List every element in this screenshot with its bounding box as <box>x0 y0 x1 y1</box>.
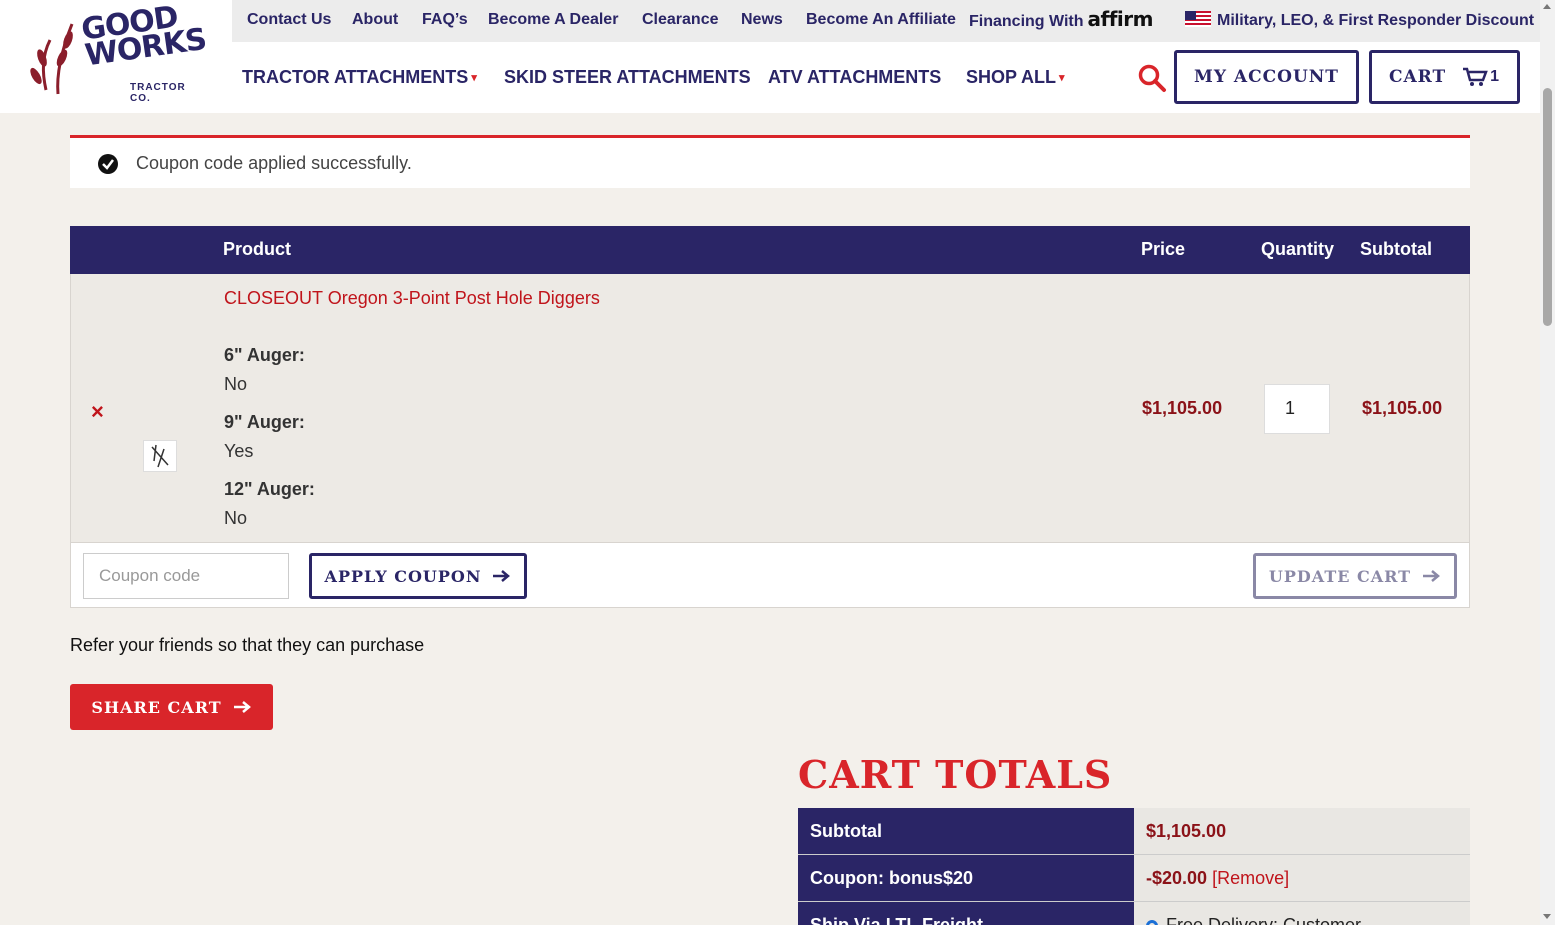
nav-shop-all[interactable]: SHOP ALL ▾ <box>966 67 1065 88</box>
wheat-icon <box>30 23 74 95</box>
military-label: Military, LEO, & First Responder Discoun… <box>1217 12 1535 29</box>
site-logo[interactable]: GOOD WORKS TRACTOR CO. <box>28 0 208 104</box>
my-account-button[interactable]: MY ACCOUNT <box>1174 50 1359 104</box>
totals-value: Free Delivery: Customer <box>1134 902 1470 925</box>
totals-label: Ship Via LTL Freight <box>798 902 1134 925</box>
arrow-right-icon <box>1423 570 1441 582</box>
totals-row: Ship Via LTL Freight Free Delivery: Cust… <box>798 902 1470 925</box>
attr-value: No <box>224 508 248 528</box>
quantity-input[interactable]: 1 <box>1264 384 1330 434</box>
check-circle-icon <box>98 154 118 174</box>
logo-wordmark: GOOD WORKS <box>79 0 209 74</box>
totals-row: Subtotal $1,105.00 <box>798 808 1470 855</box>
cart-item-row: × CLOSEOUT Oregon 3-Point Post Hole Digg… <box>70 274 1470 542</box>
totals-value: -$20.00 [Remove] <box>1134 855 1470 901</box>
caret-down-icon: ▾ <box>1059 72 1065 84</box>
page: GOOD WORKS TRACTOR CO. Contact Us About … <box>0 0 1540 925</box>
link-contact-us[interactable]: Contact Us <box>247 11 331 29</box>
header-product: Product <box>223 239 292 259</box>
page-scrollbar[interactable] <box>1540 0 1555 925</box>
site-header: GOOD WORKS TRACTOR CO. Contact Us About … <box>0 0 1540 113</box>
remove-item-icon[interactable]: × <box>91 399 104 425</box>
remove-coupon-link[interactable]: [Remove] <box>1212 868 1289 888</box>
link-clearance[interactable]: Clearance <box>642 11 719 29</box>
totals-label: Subtotal <box>798 808 1134 854</box>
totals-value: $1,105.00 <box>1134 808 1470 854</box>
item-price: $1,105.00 <box>1142 398 1223 418</box>
attr-value: Yes <box>224 441 254 461</box>
arrow-right-icon <box>233 701 251 713</box>
cart-button[interactable]: CART 1 <box>1369 50 1520 104</box>
attr-value: No <box>224 374 248 394</box>
logo-subtitle: TRACTOR CO. <box>130 82 186 104</box>
nav-atv-attachments[interactable]: ATV ATTACHMENTS <box>768 67 941 88</box>
item-subtotal: $1,105.00 <box>1362 398 1443 418</box>
totals-label: Coupon: bonus$20 <box>798 855 1134 901</box>
shipping-radio[interactable] <box>1146 920 1158 925</box>
apply-coupon-button[interactable]: APPLY COUPON <box>309 553 527 599</box>
us-flag-icon <box>1185 11 1211 27</box>
coupon-success-notice: Coupon code applied successfully. <box>70 135 1470 188</box>
shipping-option-label: Free Delivery: Customer <box>1166 915 1362 925</box>
cart-actions: APPLY COUPON UPDATE CART <box>70 542 1470 608</box>
notice-message: Coupon code applied successfully. <box>136 153 412 173</box>
cart-totals-title: CART TOTALS <box>798 752 1113 797</box>
link-military-discount[interactable]: Military, LEO, & First Responder Discoun… <box>1185 11 1534 30</box>
scrollbar-thumb[interactable] <box>1543 88 1552 326</box>
nav-skid-steer-attachments[interactable]: SKID STEER ATTACHMENTS <box>504 67 751 88</box>
cart-label: CART <box>1388 67 1447 87</box>
apply-coupon-label: APPLY COUPON <box>324 566 482 586</box>
caret-down-icon: ▾ <box>471 72 477 84</box>
cart-table: Product Price Quantity Subtotal × CLOSEO… <box>70 226 1470 608</box>
product-name-link[interactable]: CLOSEOUT Oregon 3-Point Post Hole Digger… <box>224 288 600 309</box>
update-cart-label: UPDATE CART <box>1268 566 1412 586</box>
affirm-logo: affirm <box>1087 7 1154 31</box>
scroll-up-arrow-icon[interactable] <box>1543 4 1551 9</box>
link-become-affiliate[interactable]: Become An Affiliate <box>806 11 956 29</box>
top-utility-bar: Contact Us About FAQ’s Become A Dealer C… <box>232 0 1540 42</box>
update-cart-button[interactable]: UPDATE CART <box>1253 553 1457 599</box>
link-become-dealer[interactable]: Become A Dealer <box>488 11 618 29</box>
share-cart-button[interactable]: SHARE CART <box>70 684 273 730</box>
financing-label: Financing With <box>969 13 1084 30</box>
link-about[interactable]: About <box>352 11 398 29</box>
attr-label: 6" Auger: <box>224 345 305 365</box>
link-news[interactable]: News <box>741 11 783 29</box>
product-thumbnail[interactable] <box>143 440 177 472</box>
subtotal-amount: $1,105.00 <box>1146 821 1227 841</box>
totals-row: Coupon: bonus$20 -$20.00 [Remove] <box>798 855 1470 902</box>
search-icon[interactable] <box>1137 63 1167 93</box>
header-price: Price <box>1141 239 1186 259</box>
coupon-code-input[interactable] <box>83 553 289 599</box>
refer-friends-text: Refer your friends so that they can purc… <box>70 635 425 655</box>
arrow-right-icon <box>493 570 511 582</box>
cart-icon <box>1463 67 1488 86</box>
link-faqs[interactable]: FAQ’s <box>422 11 468 29</box>
share-cart-label: SHARE CART <box>91 697 222 717</box>
link-financing[interactable]: Financing With affirm <box>969 7 1153 31</box>
attr-label: 12" Auger: <box>224 479 315 499</box>
cart-table-header: Product Price Quantity Subtotal <box>70 226 1470 274</box>
header-quantity: Quantity <box>1261 239 1335 259</box>
scroll-down-arrow-icon[interactable] <box>1543 914 1551 919</box>
attr-label: 9" Auger: <box>224 412 305 432</box>
cart-count-badge: 1 <box>1490 68 1501 85</box>
cart-totals-table: Subtotal $1,105.00 Coupon: bonus$20 -$20… <box>798 808 1470 925</box>
header-subtotal: Subtotal <box>1360 239 1432 259</box>
nav-tractor-attachments[interactable]: TRACTOR ATTACHMENTS ▾ <box>242 67 477 88</box>
coupon-amount: -$20.00 <box>1146 868 1208 888</box>
